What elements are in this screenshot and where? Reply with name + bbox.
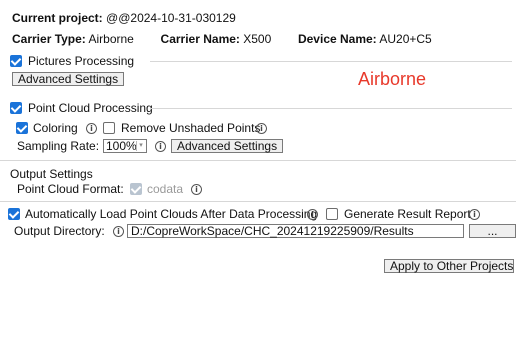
project-line: Current project: @@2024-10-31-030129 — [12, 11, 236, 25]
auto-load-label[interactable]: Automatically Load Point Clouds After Da… — [25, 207, 317, 221]
device-name-value: AU20+C5 — [379, 32, 432, 46]
chevron-down-icon: ▾ — [136, 141, 145, 151]
point-cloud-processing-checkbox[interactable] — [10, 102, 22, 114]
project-label: Current project: — [12, 11, 103, 25]
output-divider-top — [0, 160, 516, 161]
sampling-rate-value: 100% — [106, 139, 137, 153]
sampling-rate-select[interactable]: 100% ▾ — [103, 139, 147, 153]
output-divider-bottom — [0, 201, 516, 202]
point-cloud-format-label: Point Cloud Format: — [17, 182, 124, 196]
output-directory-info-icon[interactable]: i — [113, 226, 124, 237]
pictures-processing-label[interactable]: Pictures Processing — [28, 54, 134, 68]
pictures-processing-checkbox[interactable] — [10, 55, 22, 67]
coloring-info-icon[interactable]: i — [86, 123, 97, 134]
remove-unshaded-info-icon[interactable]: i — [256, 123, 267, 134]
format-info-icon[interactable]: i — [191, 184, 202, 195]
auto-load-info-icon[interactable]: i — [307, 209, 318, 220]
codata-checkbox — [130, 183, 142, 195]
remove-unshaded-label[interactable]: Remove Unshaded Points — [121, 121, 260, 135]
device-name-label: Device Name: — [297, 32, 377, 46]
remove-unshaded-checkbox[interactable] — [103, 122, 115, 134]
sampling-rate-info-icon[interactable]: i — [155, 141, 166, 152]
carrier-name-value: X500 — [243, 32, 272, 46]
generate-report-label[interactable]: Generate Result Report — [344, 207, 471, 221]
pictures-advanced-settings-button[interactable]: Advanced Settings — [12, 72, 125, 86]
output-directory-label: Output Directory: — [14, 224, 105, 238]
coloring-label[interactable]: Coloring — [33, 121, 78, 135]
auto-load-checkbox[interactable] — [8, 208, 20, 220]
carrier-type-label: Carrier Type: — [12, 32, 86, 46]
carrier-line: Carrier Type: Airborne Carrier Name: X50… — [12, 32, 432, 46]
carrier-name-label: Carrier Name: — [160, 32, 240, 46]
generate-report-info-icon[interactable]: i — [469, 209, 480, 220]
browse-button[interactable]: ... — [469, 224, 516, 238]
codata-label: codata — [147, 182, 184, 196]
coloring-checkbox[interactable] — [16, 122, 28, 134]
carrier-type-value: Airborne — [88, 32, 134, 46]
airborne-annotation: Airborne — [358, 69, 427, 89]
sampling-rate-label: Sampling Rate: — [17, 139, 100, 153]
apply-to-other-projects-button[interactable]: Apply to Other Projects — [384, 259, 514, 273]
project-name: @@2024-10-31-030129 — [106, 11, 236, 25]
point-cloud-divider — [150, 108, 512, 109]
point-cloud-processing-label[interactable]: Point Cloud Processing — [28, 101, 153, 115]
output-directory-field[interactable]: D:/CopreWorkSpace/CHC_20241219225909/Res… — [127, 224, 464, 238]
output-settings-title: Output Settings — [10, 167, 93, 181]
point-cloud-advanced-settings-button[interactable]: Advanced Settings — [171, 139, 284, 153]
pictures-divider — [150, 61, 512, 62]
generate-report-checkbox[interactable] — [326, 208, 338, 220]
